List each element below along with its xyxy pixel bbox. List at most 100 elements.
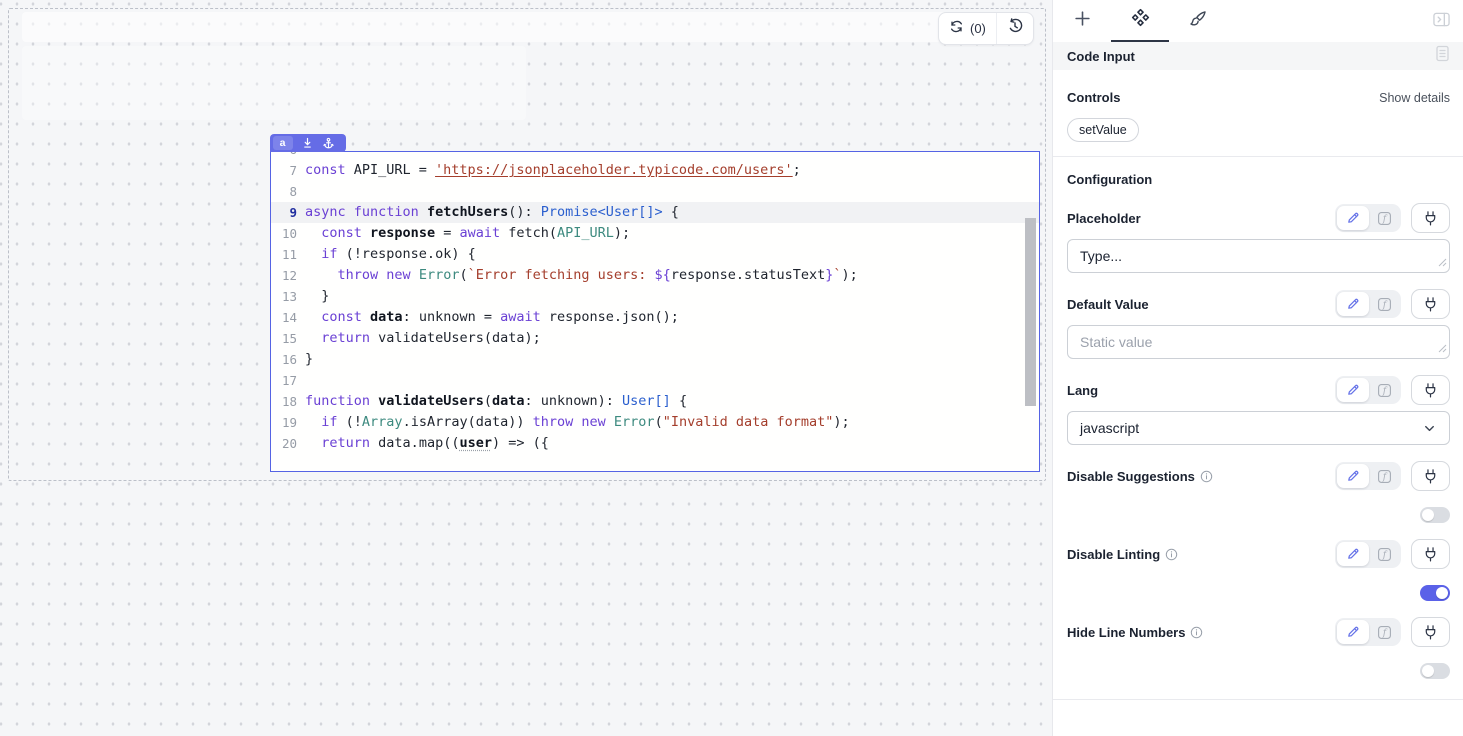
bind-plug-button[interactable] [1411, 617, 1450, 647]
history-button[interactable] [997, 13, 1033, 44]
widget-title: Code Input [1067, 49, 1135, 64]
widget-badge[interactable]: a [270, 134, 346, 152]
fx-mode-button[interactable]: f [1369, 206, 1399, 230]
code-line-13[interactable]: 13 } [271, 286, 1039, 307]
collapse-panel-icon[interactable] [1433, 12, 1450, 32]
notes-icon[interactable] [1435, 45, 1450, 67]
svg-text:f: f [1381, 214, 1387, 224]
resize-grip-icon[interactable] [1438, 340, 1447, 356]
code-line-16[interactable]: 16} [271, 349, 1039, 370]
edit-mode-button[interactable] [1337, 378, 1369, 402]
show-details-link[interactable]: Show details [1379, 91, 1450, 105]
panel-body: Controls Show details setValue Configura… [1053, 70, 1463, 700]
fx-mode-button[interactable]: f [1369, 292, 1399, 316]
field-label-lang: Lang [1067, 383, 1098, 398]
code-editor[interactable]: 67const API_URL = 'https://jsonplacehold… [271, 152, 1039, 471]
bind-plug-button[interactable] [1411, 203, 1450, 233]
info-icon[interactable] [1190, 626, 1203, 639]
code-line-11[interactable]: 11 if (!response.ok) { [271, 244, 1039, 265]
field-binding-controls: f [1335, 461, 1450, 491]
code-line-9[interactable]: 9async function fetchUsers(): Promise<Us… [271, 202, 1039, 223]
code-text: const data: unknown = await response.jso… [305, 307, 679, 328]
svg-text:f: f [1381, 386, 1387, 396]
lang-select[interactable]: javascript [1067, 411, 1450, 445]
code-line-10[interactable]: 10 const response = await fetch(API_URL)… [271, 223, 1039, 244]
panel-tabs [1053, 0, 1463, 42]
code-line-6[interactable]: 6 [271, 152, 1039, 160]
bind-plug-button[interactable] [1411, 289, 1450, 319]
refresh-count: (0) [970, 21, 986, 36]
bind-plug-button[interactable] [1411, 375, 1450, 405]
svg-text:f: f [1381, 628, 1387, 638]
hide-line-numbers-toggle[interactable] [1420, 663, 1450, 679]
tab-style[interactable] [1169, 0, 1227, 42]
code-input-widget[interactable]: a 67const API_URL = 'https://jsonplaceho… [270, 151, 1040, 472]
edit-mode-button[interactable] [1337, 464, 1369, 488]
code-text: const API_URL = 'https://jsonplaceholder… [305, 160, 801, 181]
line-number: 11 [271, 244, 305, 265]
disable-linting-toggle[interactable] [1420, 585, 1450, 601]
line-number: 8 [271, 181, 305, 202]
field-binding-controls: f [1335, 375, 1450, 405]
code-line-14[interactable]: 14 const data: unknown = await response.… [271, 307, 1039, 328]
edit-mode-button[interactable] [1337, 292, 1369, 316]
svg-text:f: f [1381, 550, 1387, 560]
refresh-queries-button[interactable]: (0) [939, 13, 996, 44]
fx-mode-button[interactable]: f [1369, 464, 1399, 488]
field-label-hide-line-numbers: Hide Line Numbers [1067, 625, 1203, 640]
config-field-lang: Lang f javascript [1067, 375, 1450, 445]
code-line-12[interactable]: 12 throw new Error(`Error fetching users… [271, 265, 1039, 286]
anchor-icon[interactable] [318, 134, 339, 152]
code-line-19[interactable]: 19 if (!Array.isArray(data)) throw new E… [271, 412, 1039, 433]
field-label-disable-linting: Disable Linting [1067, 547, 1178, 562]
config-field-disable-linting: Disable Linting f [1067, 539, 1450, 601]
code-line-8[interactable]: 8 [271, 181, 1039, 202]
info-icon[interactable] [1165, 548, 1178, 561]
toggle-knob [1422, 509, 1434, 521]
default-value-input[interactable]: Static value [1067, 325, 1450, 359]
code-editor-scrollbar[interactable] [1025, 218, 1036, 406]
toggle-knob [1422, 665, 1434, 677]
style-brush-icon [1189, 10, 1207, 33]
move-down-to-bar-icon[interactable] [297, 134, 318, 152]
fx-mode-button[interactable]: f [1369, 542, 1399, 566]
edit-mode-button[interactable] [1337, 206, 1369, 230]
bind-plug-button[interactable] [1411, 539, 1450, 569]
widget-name-chip[interactable]: a [273, 136, 293, 150]
code-text: } [305, 349, 313, 370]
code-line-20[interactable]: 20 return data.map((user) => ({ [271, 433, 1039, 454]
code-line-18[interactable]: 18function validateUsers(data: unknown):… [271, 391, 1039, 412]
code-line-17[interactable]: 17 [271, 370, 1039, 391]
disable-suggestions-toggle[interactable] [1420, 507, 1450, 523]
line-number: 15 [271, 328, 305, 349]
fx-mode-button[interactable]: f [1369, 620, 1399, 644]
config-field-disable-suggestions: Disable Suggestionsf [1067, 461, 1450, 523]
info-icon[interactable] [1200, 470, 1213, 483]
chevron-down-icon [1422, 421, 1437, 436]
placeholder-input[interactable]: Type... [1067, 239, 1450, 273]
canvas[interactable]: (0) a [0, 0, 1052, 736]
bind-plug-button[interactable] [1411, 461, 1450, 491]
resize-grip-icon[interactable] [1438, 254, 1447, 270]
line-number: 17 [271, 370, 305, 391]
line-number: 12 [271, 265, 305, 286]
svg-text:f: f [1381, 472, 1387, 482]
code-line-7[interactable]: 7const API_URL = 'https://jsonplaceholde… [271, 160, 1039, 181]
code-text: async function fetchUsers(): Promise<Use… [305, 202, 679, 223]
line-number: 18 [271, 391, 305, 412]
field-binding-controls: f [1335, 289, 1450, 319]
line-number: 13 [271, 286, 305, 307]
configuration-section-label: Configuration [1067, 172, 1450, 187]
history-icon [1007, 18, 1023, 39]
line-number: 7 [271, 160, 305, 181]
tab-widget-properties[interactable] [1111, 0, 1169, 42]
fx-mode-button[interactable]: f [1369, 378, 1399, 402]
line-number: 6 [271, 152, 305, 160]
add-widget-icon [1074, 10, 1091, 32]
configuration-fields: PlaceholderfType...Default ValuefStatic … [1067, 203, 1450, 679]
code-line-15[interactable]: 15 return validateUsers(data); [271, 328, 1039, 349]
edit-mode-button[interactable] [1337, 542, 1369, 566]
edit-mode-button[interactable] [1337, 620, 1369, 644]
control-chip-setvalue[interactable]: setValue [1067, 118, 1139, 142]
tab-add-widget[interactable] [1053, 0, 1111, 42]
